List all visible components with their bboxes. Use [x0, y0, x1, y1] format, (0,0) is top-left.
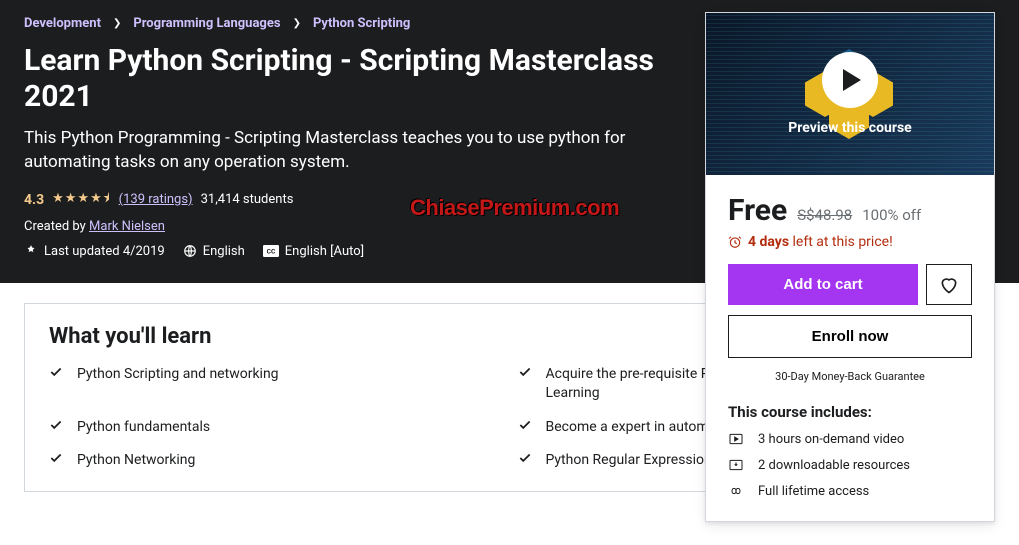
price-timer: 4 days left at this price!: [728, 234, 972, 250]
includes-item: 3 hours on-demand video: [728, 431, 972, 447]
heart-icon: [939, 275, 959, 295]
includes-text: 2 downloadable resources: [758, 458, 910, 473]
price: Free: [728, 193, 787, 228]
check-icon: [49, 418, 63, 438]
check-icon: [518, 451, 532, 471]
learn-item: Python fundamentals: [49, 418, 502, 438]
rating-row: 4.3 ★★★★⯨ (139 ratings) 31,414 students: [24, 189, 684, 211]
learn-item: Python Networking: [49, 451, 502, 471]
breadcrumb-link[interactable]: Development: [24, 16, 101, 31]
breadcrumb-link[interactable]: Python Scripting: [313, 16, 410, 31]
chevron-right-icon: ❯: [113, 18, 121, 29]
original-price: S$48.98: [797, 206, 852, 224]
wishlist-button[interactable]: [926, 264, 972, 305]
breadcrumb-link[interactable]: Programming Languages: [133, 16, 280, 31]
timer-days: 4 days: [748, 234, 789, 250]
language-text: English: [203, 244, 245, 259]
updated-text: Last updated 4/2019: [44, 244, 165, 259]
download-icon: [728, 457, 744, 473]
preview-course-button[interactable]: Preview this course: [706, 13, 994, 175]
preview-label: Preview this course: [788, 120, 911, 136]
course-title: Learn Python Scripting - Scripting Maste…: [24, 43, 684, 115]
language: English: [183, 244, 245, 259]
check-icon: [49, 365, 63, 404]
discount-percent: 100% off: [862, 206, 921, 224]
captions-icon: CC: [263, 245, 279, 257]
creator-line: Created by Mark Nielsen: [24, 219, 684, 234]
purchase-sidebar: Preview this course Free S$48.98 100% of…: [705, 12, 995, 522]
svg-text:CC: CC: [266, 248, 275, 256]
creator-link[interactable]: Mark Nielsen: [89, 219, 165, 234]
learn-text: Python Scripting and networking: [77, 365, 279, 404]
course-subtitle: This Python Programming - Scripting Mast…: [24, 127, 684, 175]
learn-text: Python fundamentals: [77, 418, 210, 438]
timer-rest: left at this price!: [789, 234, 893, 250]
check-icon: [49, 451, 63, 471]
rating-value: 4.3: [24, 192, 44, 208]
includes-text: 3 hours on-demand video: [758, 432, 904, 447]
learn-text: Python Regular Expression: [546, 451, 712, 471]
creator-prefix: Created by: [24, 219, 89, 234]
globe-icon: [183, 244, 197, 258]
alarm-icon: [728, 235, 742, 249]
video-icon: [728, 431, 744, 447]
learn-item: Python Scripting and networking: [49, 365, 502, 404]
learn-text: Python Networking: [77, 451, 195, 471]
captions: CC English [Auto]: [263, 244, 364, 259]
includes-text: Full lifetime access: [758, 484, 869, 499]
infinity-icon: [728, 483, 744, 499]
badge-icon: [24, 244, 38, 258]
play-icon: [822, 52, 878, 108]
captions-text: English [Auto]: [285, 244, 364, 259]
money-back-guarantee: 30-Day Money-Back Guarantee: [728, 370, 972, 383]
chevron-right-icon: ❯: [293, 18, 301, 29]
includes-heading: This course includes:: [728, 403, 972, 421]
star-icons: ★★★★⯨: [52, 189, 111, 211]
add-to-cart-button[interactable]: Add to cart: [728, 264, 918, 305]
check-icon: [518, 365, 532, 404]
ratings-link[interactable]: (139 ratings): [119, 192, 193, 207]
enroll-now-button[interactable]: Enroll now: [728, 315, 972, 358]
last-updated: Last updated 4/2019: [24, 244, 165, 259]
includes-item: Full lifetime access: [728, 483, 972, 499]
students-count: 31,414 students: [201, 192, 294, 207]
check-icon: [518, 418, 532, 438]
includes-item: 2 downloadable resources: [728, 457, 972, 473]
